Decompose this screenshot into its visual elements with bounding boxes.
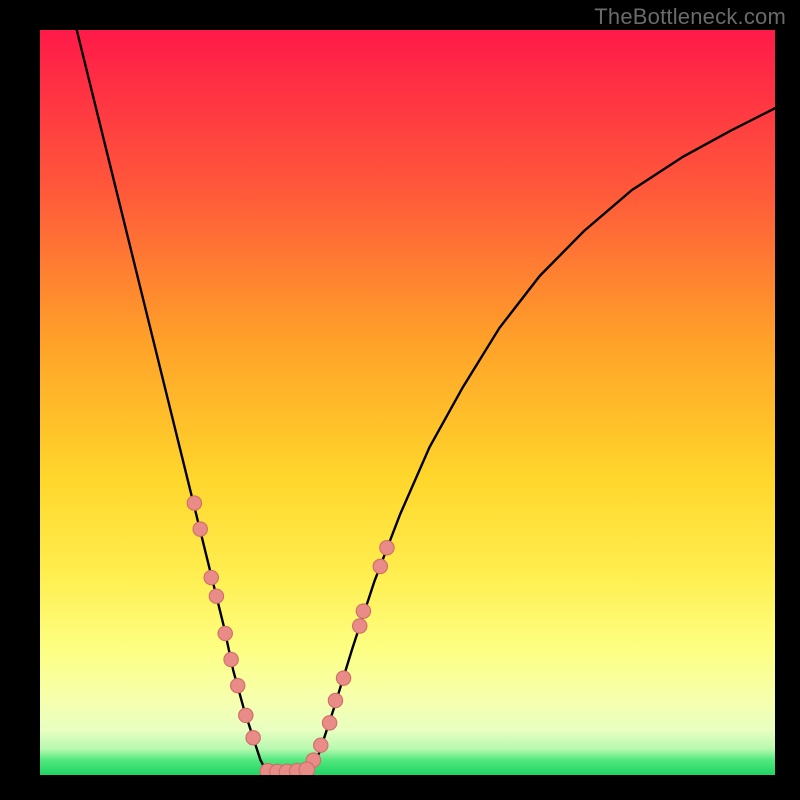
marker-point bbox=[224, 652, 238, 666]
chart-svg bbox=[40, 30, 775, 775]
marker-point bbox=[380, 541, 394, 555]
chart-background bbox=[40, 30, 775, 775]
marker-point bbox=[204, 570, 218, 584]
watermark-text: TheBottleneck.com bbox=[594, 4, 786, 30]
marker-point bbox=[239, 708, 253, 722]
marker-point bbox=[187, 496, 201, 510]
marker-point bbox=[246, 731, 260, 745]
chart-plot-area bbox=[40, 30, 775, 775]
marker-point bbox=[373, 559, 387, 573]
marker-point bbox=[353, 619, 367, 633]
marker-point bbox=[356, 604, 370, 618]
marker-point bbox=[314, 738, 328, 752]
marker-point bbox=[193, 522, 207, 536]
marker-point bbox=[328, 693, 342, 707]
marker-point bbox=[322, 716, 336, 730]
marker-point bbox=[336, 671, 350, 685]
marker-point bbox=[299, 762, 315, 775]
marker-point bbox=[218, 626, 232, 640]
marker-point bbox=[209, 589, 223, 603]
marker-point bbox=[231, 678, 245, 692]
